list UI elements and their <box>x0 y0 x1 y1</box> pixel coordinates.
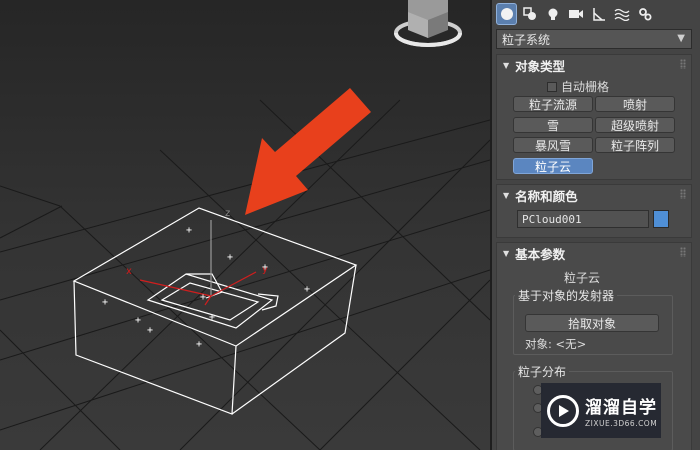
grip-icon[interactable] <box>680 247 686 257</box>
category-dropdown-value: 粒子系统 <box>502 32 551 47</box>
annotation-arrow-icon <box>245 88 371 215</box>
super-spray-button[interactable]: 超级喷射 <box>595 117 675 133</box>
distribution-group-title: 粒子分布 <box>515 363 570 380</box>
collapse-caret-icon: ▼ <box>503 60 510 70</box>
grip-icon[interactable] <box>680 59 686 69</box>
watermark-subtitle: ZIXUE.3D66.COM <box>585 419 658 428</box>
object-value-label: 对象: <无> <box>525 337 587 351</box>
name-color-title: 名称和颜色 <box>515 188 578 204</box>
watermark: 溜溜自学 ZIXUE.3D66.COM <box>541 383 661 438</box>
home-grid <box>0 99 490 450</box>
pick-object-button[interactable]: 拾取对象 <box>525 314 659 332</box>
object-name-field[interactable]: PCloud001 <box>517 210 649 228</box>
grip-icon[interactable] <box>680 189 686 199</box>
auto-grid-label: 自动栅格 <box>561 80 610 94</box>
camera-icon[interactable] <box>565 3 586 25</box>
viewport-scene: x y z <box>0 0 490 450</box>
watermark-title: 溜溜自学 <box>585 398 657 418</box>
basic-params-header[interactable]: ▼ 基本参数 <box>497 243 691 263</box>
particle-marker: + <box>147 325 154 336</box>
auto-grid-checkbox[interactable]: 自动栅格 <box>547 78 609 95</box>
blizzard-button[interactable]: 暴风雪 <box>513 137 593 153</box>
basic-params-title: 基本参数 <box>515 246 566 262</box>
viewcube-icon[interactable] <box>394 0 462 47</box>
particle-marker: + <box>200 292 207 303</box>
chevron-down-icon: ▼ <box>677 33 685 44</box>
basic-params-subtitle: 粒子云 <box>563 271 600 285</box>
name-color-rollout: ▼ 名称和颜色 PCloud001 <box>496 184 692 238</box>
emitter-group-title: 基于对象的发射器 <box>515 287 618 304</box>
particle-marker: + <box>196 339 203 350</box>
particle-marker: + <box>135 315 142 326</box>
create-circle-icon[interactable] <box>496 3 517 25</box>
object-type-header[interactable]: ▼ 对象类型 <box>497 55 691 75</box>
checkbox-box[interactable] <box>547 81 557 92</box>
particle-marker: + <box>186 225 193 236</box>
helper-ruler-icon[interactable] <box>588 3 609 25</box>
snow-button[interactable]: 雪 <box>513 117 593 133</box>
particle-array-button[interactable]: 粒子阵列 <box>595 137 675 153</box>
space-warp-icon[interactable] <box>611 3 632 25</box>
spray-button[interactable]: 喷射 <box>595 96 675 112</box>
particle-marker: + <box>304 284 311 295</box>
light-bulb-icon[interactable] <box>542 3 563 25</box>
particle-marker: + <box>209 312 216 323</box>
shapes-icon[interactable] <box>519 3 540 25</box>
systems-gears-icon[interactable] <box>634 3 655 25</box>
particle-marker: + <box>262 262 269 273</box>
particle-cloud-button[interactable]: 粒子云 <box>513 158 593 174</box>
play-logo-icon <box>547 394 579 427</box>
svg-text:x: x <box>126 266 132 277</box>
perspective-viewport[interactable]: x y z + + + + + + + + + + <box>0 0 490 450</box>
collapse-caret-icon: ▼ <box>503 248 510 258</box>
category-dropdown[interactable]: 粒子系统 ▼ <box>496 29 692 49</box>
svg-text:z: z <box>225 208 230 219</box>
object-type-rollout: ▼ 对象类型 自动栅格 粒子流源 喷射 雪 超级喷射 暴风雪 粒子阵列 粒子云 <box>496 54 692 180</box>
command-panel-tabs <box>496 1 655 27</box>
collapse-caret-icon: ▼ <box>503 190 510 200</box>
object-color-swatch[interactable] <box>653 210 669 228</box>
name-color-header[interactable]: ▼ 名称和颜色 <box>497 185 691 205</box>
particle-marker: + <box>227 252 234 263</box>
particle-marker: + <box>102 297 109 308</box>
object-type-title: 对象类型 <box>515 58 566 74</box>
particle-flow-source-button[interactable]: 粒子流源 <box>513 96 593 112</box>
